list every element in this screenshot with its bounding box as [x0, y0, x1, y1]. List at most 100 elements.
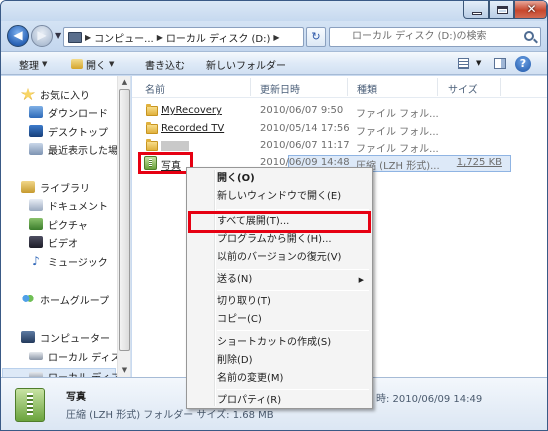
menu-separator [217, 389, 369, 390]
menu-separator [217, 330, 369, 331]
navigation-bar: ◀ ▶ ▼ ▶ コンピュー... ▶ ローカル ディスク (D:) ▶ ↻ ロー… [1, 21, 547, 51]
column-header: 名前 更新日時 種類 サイズ [132, 76, 547, 98]
sidebar-item-recent-places[interactable]: 最近表示した場所 [29, 141, 128, 157]
back-button[interactable]: ◀ [7, 25, 29, 47]
column-divider[interactable] [437, 78, 438, 96]
file-date: 2010/05/14 17:56 [260, 123, 350, 134]
menu-item-properties[interactable]: プロパティ(R) [189, 392, 370, 410]
sidebar-item-music[interactable]: ♪ ミュージック [29, 253, 108, 269]
file-name[interactable]: MyRecovery [161, 105, 222, 116]
folder-icon [146, 122, 158, 134]
change-view-button[interactable] [454, 55, 476, 73]
scroll-up-icon[interactable]: ▲ [118, 76, 130, 89]
sidebar-computer-label: コンピューター [40, 333, 110, 345]
search-input[interactable]: ローカル ディスク (D:)の検索 [329, 27, 541, 47]
sidebar-favorites[interactable]: お気に入り [21, 86, 90, 102]
sidebar-computer[interactable]: コンピューター [21, 329, 110, 345]
sidebar-item-documents[interactable]: ドキュメント [29, 197, 108, 213]
pictures-icon [29, 218, 43, 230]
file-row[interactable]: MyRecovery 2010/06/07 9:50 ファイル フォル... [132, 103, 547, 120]
chevron-right-icon[interactable]: ▶ [157, 33, 163, 42]
view-options-dropdown[interactable]: ▼ [476, 59, 486, 77]
sidebar-item-downloads[interactable]: ダウンロード [29, 104, 108, 120]
minimize-button[interactable] [463, 1, 489, 19]
breadcrumb-local-disk[interactable]: ローカル ディスク (D:) [166, 30, 271, 45]
desktop-icon [29, 125, 43, 137]
sidebar-homegroup[interactable]: ホームグループ [21, 291, 109, 307]
folder-icon [146, 139, 158, 151]
submenu-arrow-icon: ▶ [358, 276, 364, 284]
file-type: ファイル フォル... [356, 144, 439, 155]
computer-icon [21, 331, 35, 343]
forward-button[interactable]: ▶ [31, 25, 53, 47]
file-date: 2010/06/07 11:17 [260, 140, 350, 151]
close-button[interactable]: ✕ [514, 1, 547, 19]
maximize-button[interactable] [489, 1, 514, 19]
menu-item-cut[interactable]: 切り取り(T) [189, 293, 370, 311]
menu-item-open[interactable]: 開く(O) [189, 170, 370, 188]
search-placeholder: ローカル ディスク (D:)の検索 [352, 31, 487, 42]
sidebar-libraries[interactable]: ライブラリ [21, 179, 90, 195]
organize-button[interactable]: 整理 ▼ [19, 56, 47, 72]
column-type[interactable]: 種類 [357, 81, 377, 96]
menu-item-copy[interactable]: コピー(C) [189, 311, 370, 329]
column-divider[interactable] [500, 78, 501, 96]
help-button[interactable]: ? [515, 56, 531, 72]
column-date[interactable]: 更新日時 [260, 81, 300, 96]
sidebar-item-local-disk-c[interactable]: ローカル ディス [29, 348, 120, 364]
sidebar-item-label: 最近表示した場所 [48, 145, 128, 157]
refresh-button[interactable]: ↻ [306, 27, 326, 47]
sidebar-item-desktop[interactable]: デスクトップ [29, 123, 108, 139]
file-size: 1,725 KB [456, 157, 502, 168]
preview-pane-button[interactable] [490, 55, 510, 73]
breadcrumb-computer[interactable]: コンピュー... [94, 30, 154, 45]
chevron-right-icon[interactable]: ▶ [273, 33, 279, 42]
sidebar-item-local-disk-d[interactable]: ローカル ディス [29, 368, 120, 377]
burn-label: 書き込む [145, 60, 185, 72]
sidebar-scrollbar[interactable]: ▲ ▼ [117, 76, 130, 377]
file-row[interactable]: 2010/06/07 11:17 ファイル フォル... [132, 138, 547, 155]
menu-item-open-with[interactable]: プログラムから開く(H)... [189, 231, 370, 249]
address-bar[interactable]: ▶ コンピュー... ▶ ローカル ディスク (D:) ▶ [63, 27, 304, 47]
explorer-window: ✕ ◀ ▶ ▼ ▶ コンピュー... ▶ ローカル ディスク (D:) ▶ ↻ … [0, 0, 548, 431]
search-icon[interactable] [524, 31, 534, 41]
disk-drive-icon [29, 352, 43, 360]
scrollbar-thumb[interactable] [119, 89, 130, 351]
new-folder-button[interactable]: 新しいフォルダー [206, 56, 286, 72]
sidebar-item-pictures[interactable]: ピクチャ [29, 216, 88, 232]
menu-item-restore-previous[interactable]: 以前のバージョンの復元(V) [189, 249, 370, 267]
recent-pages-dropdown[interactable]: ▼ [55, 31, 63, 41]
file-name[interactable]: Recorded TV [161, 123, 224, 134]
library-icon [21, 181, 35, 193]
documents-icon [29, 199, 43, 211]
sidebar-libraries-label: ライブラリ [40, 183, 90, 195]
sidebar-item-label: ビデオ [48, 238, 78, 250]
menu-item-send-to[interactable]: 送る(N) ▶ [189, 271, 370, 289]
menu-item-rename[interactable]: 名前の変更(M) [189, 370, 370, 388]
homegroup-icon [21, 293, 35, 305]
scroll-down-icon[interactable]: ▼ [118, 364, 130, 377]
menu-item-open-new-window[interactable]: 新しいウィンドウで開く(E) [189, 188, 370, 206]
menu-item-create-shortcut[interactable]: ショートカットの作成(S) [189, 334, 370, 352]
minimize-icon [472, 12, 482, 15]
column-divider[interactable] [347, 78, 348, 96]
refresh-icon: ↻ [311, 30, 321, 43]
column-size[interactable]: サイズ [448, 81, 478, 96]
sidebar-item-label: ローカル ディス [48, 352, 121, 364]
column-name[interactable]: 名前 [145, 81, 165, 96]
sidebar-item-label: ピクチャ [48, 220, 88, 232]
sidebar-item-label: ミュージック [48, 257, 108, 269]
menu-item-delete[interactable]: 削除(D) [189, 352, 370, 370]
burn-button[interactable]: 書き込む [145, 56, 185, 72]
open-button[interactable]: 開く ▼ [71, 56, 114, 72]
file-row[interactable]: Recorded TV 2010/05/14 17:56 ファイル フォル... [132, 121, 547, 138]
callout-box-file [138, 152, 193, 174]
chevron-down-icon: ▼ [42, 60, 48, 68]
sidebar-item-label: ドキュメント [48, 201, 108, 213]
chevron-right-icon[interactable]: ▶ [85, 33, 91, 42]
maximize-icon [497, 6, 508, 14]
column-divider[interactable] [250, 78, 251, 96]
sidebar-homegroup-label: ホームグループ [40, 295, 110, 307]
sidebar-item-videos[interactable]: ビデオ [29, 234, 78, 250]
file-date: 2010/06/07 9:50 [260, 105, 344, 116]
